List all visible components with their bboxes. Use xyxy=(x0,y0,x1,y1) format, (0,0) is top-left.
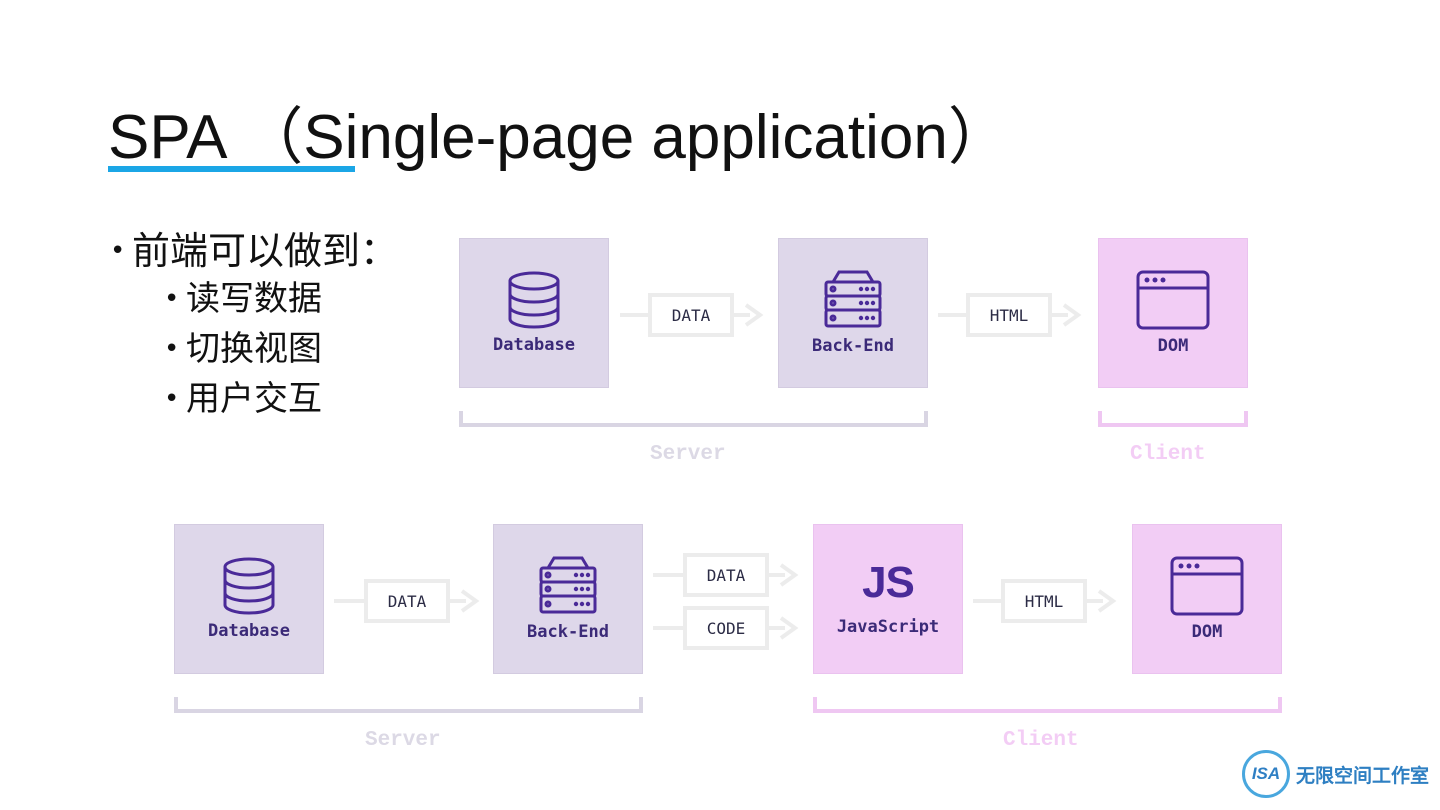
node-label: Back-End xyxy=(527,622,609,642)
bullet-main-text: 前端可以做到： xyxy=(132,229,399,273)
bottom-code-arrow: CODE xyxy=(653,606,805,650)
node-label: DOM xyxy=(1157,336,1189,356)
top-server-label: Server xyxy=(650,443,726,466)
server-rack-icon xyxy=(539,556,597,614)
arrow-right-icon xyxy=(779,616,799,640)
bottom-data-arrow: DATA xyxy=(334,579,486,623)
bottom-dom-node: DOM xyxy=(1132,524,1282,674)
top-dom-node: DOM xyxy=(1098,238,1248,388)
title-underline xyxy=(108,166,355,172)
bullet-list: • 前端可以做到： • 读写数据 • 切换视图 • 用户交互 xyxy=(110,228,398,424)
arrow-label: DATA xyxy=(364,579,450,623)
bullet-sub-text: 读写数据 xyxy=(186,279,322,319)
database-icon xyxy=(223,557,275,615)
bottom-client-label: Client xyxy=(1003,729,1079,752)
bullet-sub: • 用户交互 xyxy=(164,379,322,419)
node-label: Back-End xyxy=(812,336,894,356)
arrow-label: CODE xyxy=(683,606,769,650)
arrow-label: DATA xyxy=(683,553,769,597)
server-rack-icon xyxy=(824,270,882,328)
arrow-label: DATA xyxy=(648,293,734,337)
bullet-sub-text: 切换视图 xyxy=(186,329,322,369)
arrow-right-icon xyxy=(1097,589,1117,613)
node-label: Database xyxy=(493,335,575,355)
arrow-right-icon xyxy=(460,589,480,613)
arrow-right-icon xyxy=(744,303,764,327)
database-icon xyxy=(508,271,560,329)
arrow-label: HTML xyxy=(966,293,1052,337)
bottom-server-label: Server xyxy=(365,729,441,752)
bottom-server-bracket xyxy=(174,697,643,713)
slide-title: SPA （Single-page application） xyxy=(108,103,1010,172)
node-label: DOM xyxy=(1191,622,1223,642)
bullet-sub: • 切换视图 xyxy=(164,329,322,369)
top-data-arrow: DATA xyxy=(620,293,770,337)
bottom-javascript-node: JS JavaScript xyxy=(813,524,963,674)
node-label: JavaScript xyxy=(836,617,940,637)
top-client-bracket xyxy=(1098,411,1248,427)
arrow-right-icon xyxy=(779,563,799,587)
watermark-text: 无限空间工作室 xyxy=(1296,764,1430,787)
browser-window-icon xyxy=(1170,556,1244,616)
bottom-html-arrow: HTML xyxy=(973,579,1123,623)
watermark: ISA 无限空间工作室 xyxy=(1242,750,1429,798)
bottom-data2-arrow: DATA xyxy=(653,553,805,597)
top-backend-node: Back-End xyxy=(778,238,928,388)
bullet-sub-text: 用户交互 xyxy=(186,379,322,419)
top-database-node: Database xyxy=(459,238,609,388)
top-server-bracket xyxy=(459,411,928,427)
top-html-arrow: HTML xyxy=(938,293,1088,337)
arrow-right-icon xyxy=(1062,303,1082,327)
isa-logo: ISA xyxy=(1242,750,1290,798)
top-client-label: Client xyxy=(1130,443,1206,466)
bottom-database-node: Database xyxy=(174,524,324,674)
node-label: Database xyxy=(208,621,290,641)
bottom-client-bracket xyxy=(813,697,1282,713)
js-logo: JS xyxy=(862,558,915,607)
arrow-label: HTML xyxy=(1001,579,1087,623)
bullet-sub: • 读写数据 xyxy=(164,279,322,319)
bottom-backend-node: Back-End xyxy=(493,524,643,674)
bullet-main: • 前端可以做到： xyxy=(110,229,399,273)
browser-window-icon xyxy=(1136,270,1210,330)
